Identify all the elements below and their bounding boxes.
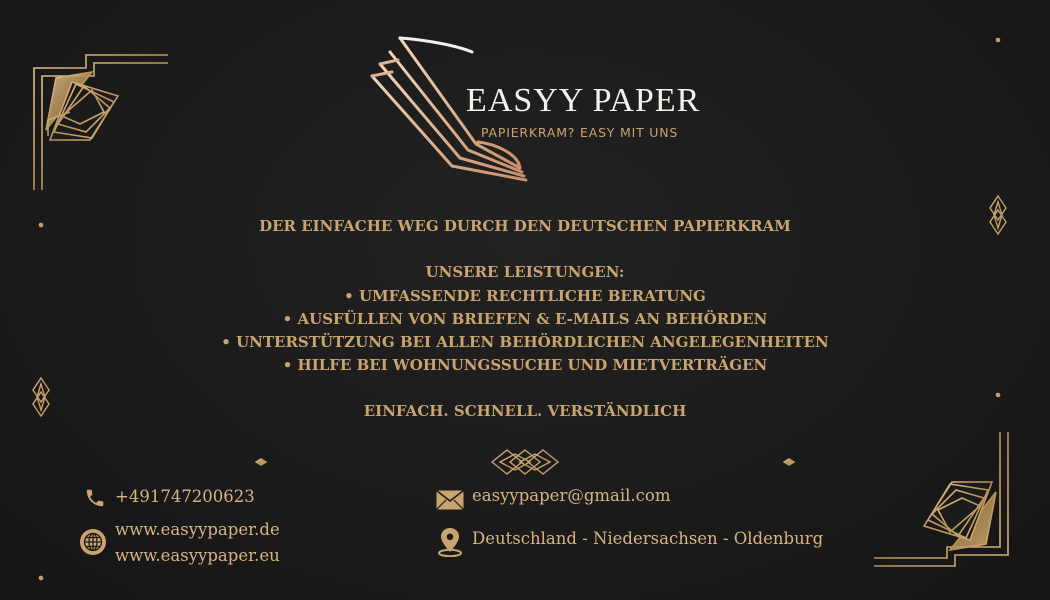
email-address[interactable]: easyypaper@gmail.com: [472, 486, 671, 505]
business-card: EASYY PAPER PAPIERKRAM? EASY MIT UNS DER…: [0, 0, 1050, 600]
brand-tagline: PAPIERKRAM? EASY MIT UNS: [481, 125, 679, 140]
website-link[interactable]: www.easyypaper.eu: [115, 546, 280, 565]
phone-number[interactable]: +491747200623: [115, 487, 255, 506]
service-item: • UNTERSTÜTZUNG BEI ALLEN BEHÖRDLICHEN A…: [221, 333, 829, 351]
divider-ornament: [254, 449, 796, 475]
website-link[interactable]: www.easyypaper.de: [115, 520, 280, 539]
globe-icon: [80, 529, 106, 555]
corner-ornament-bottom-right: [874, 432, 1009, 567]
services-title: UNSERE LEISTUNGEN:: [425, 263, 625, 281]
brand-name: EASYY PAPER: [466, 82, 701, 119]
corner-ornament-top-left: [33, 54, 168, 190]
phone-icon: [86, 489, 104, 507]
slogan: EINFACH. SCHNELL. VERSTÄNDLICH: [363, 402, 687, 420]
service-item: • AUSFÜLLEN VON BRIEFEN & E-MAILS AN BEH…: [282, 310, 768, 328]
service-item: • HILFE BEI WOHNUNGSSUCHE UND MIETVERTRÄ…: [282, 356, 768, 374]
envelope-icon: [436, 490, 464, 510]
headline: DER EINFACHE WEG DURCH DEN DEUTSCHEN PAP…: [259, 217, 791, 235]
map-pin-icon: [438, 528, 462, 557]
location-text: Deutschland - Niedersachsen - Oldenburg: [472, 529, 824, 548]
service-item: • UMFASSENDE RECHTLICHE BERATUNG: [344, 287, 706, 305]
